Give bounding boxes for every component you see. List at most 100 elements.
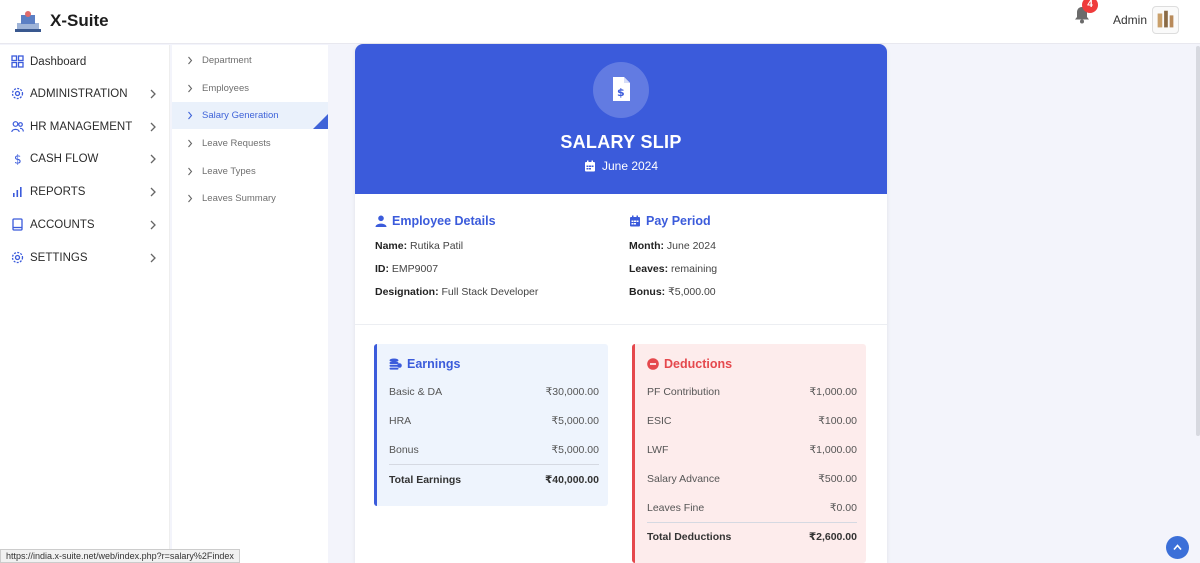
earning-label: HRA: [389, 415, 412, 427]
sidebar-item-cash-flow[interactable]: $ CASH FLOW: [0, 144, 170, 174]
total-earnings-label: Total Earnings: [389, 474, 462, 486]
chevron-right-icon: [188, 139, 193, 148]
deductions-title: Deductions: [664, 357, 733, 371]
submenu-item-label: Employees: [202, 83, 249, 94]
chevron-up-icon: [1173, 544, 1182, 551]
total-deductions-amount: ₹2,600.00: [808, 531, 857, 543]
deductions-row: Salary Advance ₹500.00: [647, 473, 857, 493]
deductions-row: ESIC ₹100.00: [647, 415, 857, 435]
sidebar-item-dashboard[interactable]: Dashboard: [0, 47, 170, 77]
field-label: Leaves:: [629, 263, 669, 275]
deduction-amount: ₹1,000.00: [809, 386, 857, 398]
sidebar-item-hr-management[interactable]: HR MANAGEMENT: [0, 112, 170, 142]
sidebar-item-label: REPORTS: [30, 186, 86, 198]
sidebar-item-reports[interactable]: REPORTS: [0, 177, 170, 207]
chevron-right-icon: [150, 187, 156, 197]
sidebar-item-label: Dashboard: [30, 56, 87, 68]
sidebar: Dashboard ADMINISTRATION HR MANAGEMENT $…: [0, 45, 170, 563]
employee-designation-field: Designation: Full Stack Developer: [375, 286, 538, 298]
sidebar-item-label: ADMINISTRATION: [30, 88, 128, 100]
submenu-item-salary-generation[interactable]: Salary Generation: [172, 102, 328, 129]
deduction-amount: ₹0.00: [829, 502, 857, 514]
pay-month-value: June 2024: [666, 240, 716, 252]
app-logo-icon[interactable]: [14, 9, 42, 33]
submenu-item-label: Leaves Summary: [202, 193, 276, 204]
pay-period-heading: Pay Period: [629, 214, 711, 228]
chevron-right-icon: [188, 56, 193, 65]
submenu-item-leave-types[interactable]: Leave Types: [172, 158, 328, 185]
leaves-value: remaining: [671, 263, 718, 275]
deductions-row: LWF ₹1,000.00: [647, 444, 857, 464]
submenu-item-department[interactable]: Department: [172, 47, 328, 74]
submenu-item-leaves-summary[interactable]: Leaves Summary: [172, 185, 328, 212]
users-icon: [11, 121, 24, 133]
gear-icon: [11, 87, 24, 100]
active-indicator: [313, 114, 328, 129]
deductions-row: Leaves Fine ₹0.00: [647, 502, 857, 522]
deduction-amount: ₹100.00: [818, 415, 857, 427]
earning-label: Basic & DA: [389, 386, 443, 398]
employee-id-value: EMP9007: [391, 263, 439, 275]
chevron-right-icon: [188, 111, 193, 120]
user-name[interactable]: Admin: [1113, 13, 1147, 27]
earnings-title: Earnings: [407, 357, 461, 371]
deductions-row: PF Contribution ₹1,000.00: [647, 386, 857, 406]
employee-name-field: Name: Rutika Patil: [375, 240, 463, 252]
earnings-heading: Earnings: [389, 357, 461, 371]
chevron-right-icon: [150, 253, 156, 263]
sidebar-item-settings[interactable]: SETTINGS: [0, 243, 170, 273]
sidebar-item-label: ACCOUNTS: [30, 219, 95, 231]
grid-icon: [11, 55, 24, 68]
chevron-right-icon: [188, 167, 193, 176]
earning-label: Bonus: [389, 444, 419, 456]
sidebar-item-label: CASH FLOW: [30, 153, 99, 165]
chevron-right-icon: [188, 84, 193, 93]
deductions-panel: Deductions PF Contribution ₹1,000.00 ESI…: [632, 344, 866, 563]
minus-circle-icon: [647, 358, 659, 370]
chevron-right-icon: [150, 154, 156, 164]
deduction-label: PF Contribution: [647, 386, 720, 398]
dollar-icon: $: [14, 153, 22, 166]
deduction-label: LWF: [647, 444, 669, 456]
bonus-value: ₹5,000.00: [668, 286, 716, 298]
calendar-icon: [630, 215, 640, 227]
total-divider: [389, 464, 599, 465]
field-label: Bonus:: [629, 286, 666, 298]
earning-amount: ₹5,000.00: [551, 415, 599, 427]
avatar[interactable]: [1152, 6, 1179, 34]
earnings-total-row: Total Earnings ₹40,000.00: [389, 474, 599, 494]
chevron-right-icon: [188, 194, 193, 203]
hr-submenu: Department Employees Salary Generation L…: [172, 45, 328, 563]
salary-slip-card: $ SALARY SLIP June 2024 Employee Details…: [355, 44, 887, 563]
app-title[interactable]: X-Suite: [50, 11, 109, 31]
submenu-item-label: Leave Requests: [202, 138, 271, 149]
notification-badge[interactable]: 4: [1082, 0, 1098, 13]
sidebar-item-label: HR MANAGEMENT: [30, 121, 133, 133]
employee-details-title: Employee Details: [392, 214, 496, 228]
submenu-item-leave-requests[interactable]: Leave Requests: [172, 130, 328, 157]
book-icon: [12, 218, 23, 231]
chevron-right-icon: [150, 220, 156, 230]
employee-name-value: Rutika Patil: [410, 240, 464, 252]
slip-header: $ SALARY SLIP June 2024: [355, 44, 887, 194]
pay-period-title: Pay Period: [646, 214, 711, 228]
deduction-label: ESIC: [647, 415, 672, 427]
deductions-total-row: Total Deductions ₹2,600.00: [647, 531, 857, 551]
submenu-item-employees[interactable]: Employees: [172, 75, 328, 102]
sidebar-item-accounts[interactable]: ACCOUNTS: [0, 210, 170, 240]
gear-icon: [11, 251, 24, 264]
earning-amount: ₹5,000.00: [551, 444, 599, 456]
user-icon: [375, 215, 387, 227]
chevron-right-icon: [150, 122, 156, 132]
earnings-panel: Earnings Basic & DA ₹30,000.00 HRA ₹5,00…: [374, 344, 608, 506]
invoice-icon-badge: $: [593, 62, 649, 118]
field-label: Designation:: [375, 286, 439, 298]
earnings-row: Basic & DA ₹30,000.00: [389, 386, 599, 406]
field-label: Name:: [375, 240, 408, 252]
scroll-to-top-button[interactable]: [1166, 536, 1189, 559]
employee-id-field: ID: EMP9007: [375, 263, 438, 275]
sidebar-item-administration[interactable]: ADMINISTRATION: [0, 79, 170, 109]
employee-details-heading: Employee Details: [375, 214, 496, 228]
total-deductions-label: Total Deductions: [647, 531, 732, 543]
page-scrollbar[interactable]: [1196, 46, 1200, 436]
